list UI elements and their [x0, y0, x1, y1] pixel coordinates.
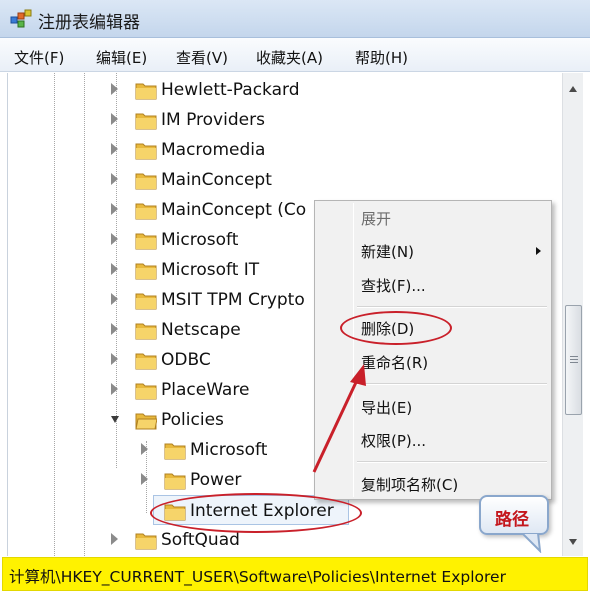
tree-node[interactable]: Netscape [8, 315, 318, 345]
tree-node-label: ODBC [161, 350, 211, 370]
tree-node-label: MainConcept [161, 170, 272, 190]
tree-node[interactable]: ODBC [8, 345, 318, 375]
folder-open-icon [135, 413, 157, 430]
menu-file[interactable]: 文件(F) [14, 47, 64, 68]
registry-editor-icon [10, 9, 32, 28]
expand-arrow-icon[interactable] [111, 113, 118, 125]
expand-arrow-icon[interactable] [111, 83, 118, 95]
scroll-down-icon[interactable] [569, 539, 577, 545]
tree-node-label: Hewlett-Packard [161, 80, 300, 100]
expand-arrow-icon[interactable] [111, 143, 118, 155]
status-bar: 计算机\HKEY_CURRENT_USER\Software\Policies\… [2, 557, 588, 591]
folder-icon [135, 293, 157, 310]
tree-node-label: MSIT TPM Crypto [161, 290, 305, 310]
tree-node-label: IM Providers [161, 110, 265, 130]
folder-icon [135, 353, 157, 370]
tree-node-label: MainConcept (Co [161, 200, 307, 220]
tree-node-label: Microsoft [190, 440, 268, 460]
menu-help[interactable]: 帮助(H) [355, 47, 408, 68]
expand-arrow-icon[interactable] [111, 323, 118, 335]
folder-icon [164, 473, 186, 490]
grip-line [570, 356, 578, 357]
ctx-new[interactable]: 新建(N) [361, 241, 414, 262]
callout-tail [520, 533, 542, 553]
registry-path: 计算机\HKEY_CURRENT_USER\Software\Policies\… [9, 568, 506, 586]
tree-node-label: Netscape [161, 320, 241, 340]
callout-label: 路径 [495, 510, 529, 530]
selected-key-highlight-ellipse [150, 493, 362, 533]
tree-node-label: Policies [161, 410, 224, 430]
folder-icon [135, 173, 157, 190]
tree-node-label: Macromedia [161, 140, 266, 160]
grip-line [570, 359, 578, 360]
scroll-up-icon[interactable] [569, 86, 577, 92]
folder-icon [135, 323, 157, 340]
delete-highlight-ellipse [340, 311, 452, 345]
menu-favorites[interactable]: 收藏夹(A) [256, 47, 323, 68]
expand-arrow-icon[interactable] [111, 353, 118, 365]
vertical-scrollbar[interactable] [562, 73, 583, 556]
expand-arrow-icon[interactable] [111, 263, 118, 275]
menu-separator [357, 461, 547, 463]
tree-node[interactable]: Policies [8, 405, 318, 435]
folder-icon [135, 203, 157, 220]
tree-node[interactable]: Microsoft IT [8, 255, 318, 285]
window-title: 注册表编辑器 [38, 13, 140, 33]
expand-arrow-icon[interactable] [111, 203, 118, 215]
tree-node[interactable]: MainConcept [8, 165, 328, 195]
folder-icon [135, 143, 157, 160]
expand-arrow-icon[interactable] [111, 383, 118, 395]
tree-node[interactable]: MainConcept (Co [8, 195, 318, 225]
menu-bar: 文件(F) 编辑(E) 查看(V) 收藏夹(A) 帮助(H) [0, 38, 590, 72]
tree-node[interactable]: Hewlett-Packard [8, 75, 328, 105]
tree-node-label: Microsoft IT [161, 260, 260, 280]
tree-node[interactable]: Microsoft [8, 435, 318, 465]
folder-icon [164, 443, 186, 460]
expand-arrow-icon[interactable] [141, 473, 148, 485]
folder-icon [135, 533, 157, 550]
collapse-arrow-icon[interactable] [111, 416, 119, 423]
tree-node[interactable]: IM Providers [8, 105, 328, 135]
folder-icon [135, 383, 157, 400]
expand-arrow-icon[interactable] [141, 443, 148, 455]
tree-node[interactable]: PlaceWare [8, 375, 318, 405]
expand-arrow-icon[interactable] [111, 533, 118, 545]
ctx-find[interactable]: 查找(F)... [361, 275, 426, 296]
menu-view[interactable]: 查看(V) [176, 47, 228, 68]
submenu-arrow-icon [536, 247, 541, 255]
folder-icon [135, 233, 157, 250]
expand-arrow-icon[interactable] [111, 173, 118, 185]
menu-separator [357, 306, 547, 308]
tree-node[interactable]: MSIT TPM Crypto [8, 285, 318, 315]
tree-node-label: PlaceWare [161, 380, 250, 400]
path-callout: 路径 [479, 495, 549, 535]
ctx-expand: 展开 [361, 210, 392, 228]
title-bar: 注册表编辑器 [0, 0, 590, 38]
menu-separator [357, 383, 547, 385]
tree-node-label: Microsoft [161, 230, 239, 250]
folder-icon [135, 113, 157, 130]
scroll-thumb[interactable] [565, 305, 582, 415]
tree-node[interactable]: Power [8, 465, 318, 495]
tree-node[interactable]: Macromedia [8, 135, 328, 165]
tree-node[interactable]: Microsoft [8, 225, 318, 255]
tree-node-label: Power [190, 470, 242, 490]
folder-icon [135, 83, 157, 100]
tree-node-label: SoftQuad [161, 530, 240, 550]
menu-edit[interactable]: 编辑(E) [96, 47, 147, 68]
expand-arrow-icon[interactable] [111, 293, 118, 305]
expand-arrow-icon[interactable] [111, 233, 118, 245]
grip-line [570, 362, 578, 363]
folder-icon [135, 263, 157, 280]
annotation-arrow [312, 364, 366, 473]
